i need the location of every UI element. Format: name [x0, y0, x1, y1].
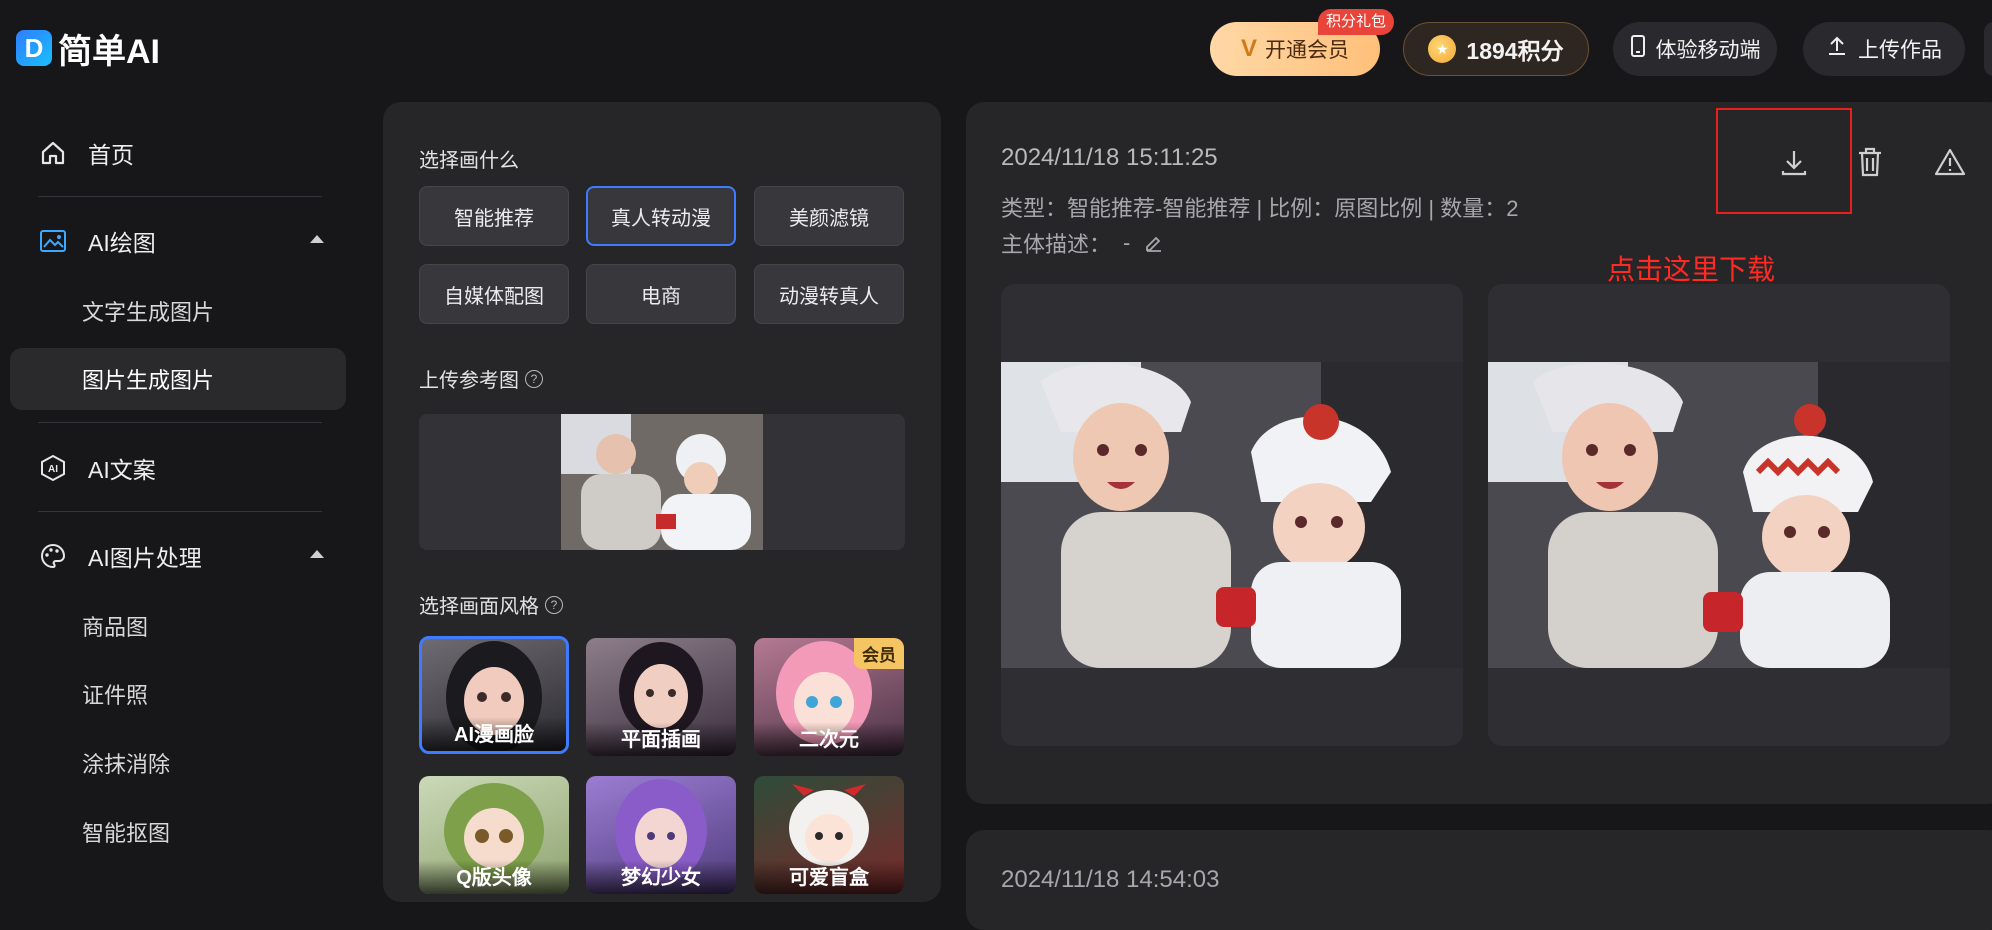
upload-title-text: 上传参考图 — [419, 370, 519, 392]
section-title-upload: 上传参考图 ? — [419, 364, 543, 393]
result-image-card-2[interactable] — [1488, 284, 1950, 746]
result-timestamp: 2024/11/18 15:11:25 — [1001, 144, 1218, 171]
style-label: 可爱盲盒 — [754, 860, 904, 894]
sidebar-label-ai-draw: AI绘图 — [88, 230, 156, 256]
chip-anime-to-real[interactable]: 动漫转真人 — [754, 264, 904, 324]
chip-ecommerce[interactable]: 电商 — [586, 264, 736, 324]
sidebar-label-ai-image: AI图片处理 — [88, 545, 202, 571]
top-bar: D 简单AI V 开通会员 积分礼包 ★ 1894积分 体验移动端 上传作品 — [0, 0, 1992, 92]
style-label: Q版头像 — [419, 860, 569, 894]
desc-value: - — [1123, 230, 1131, 255]
sidebar-sub-id-photo[interactable]: 证件照 — [10, 663, 346, 725]
section-title-style: 选择画面风格 ? — [419, 590, 563, 619]
result-image-card-1[interactable] — [1001, 284, 1463, 746]
points-label: 1894积分 — [1466, 38, 1564, 64]
edit-icon[interactable] — [1144, 233, 1164, 253]
chip-media-image[interactable]: 自媒体配图 — [419, 264, 569, 324]
image-icon — [38, 226, 68, 256]
style-label: 梦幻少女 — [586, 860, 736, 894]
sidebar-item-ai-image[interactable]: AI图片处理 — [10, 526, 346, 586]
download-annotation: 点击这里下载 — [1607, 254, 1776, 285]
mobile-button[interactable]: 体验移动端 — [1613, 22, 1777, 76]
next-result-timestamp: 2024/11/18 14:54:03 — [1001, 866, 1220, 893]
logo-text: 简单AI — [58, 32, 160, 71]
chip-smart-recommend[interactable]: 智能推荐 — [419, 186, 569, 246]
style-label: 平面插画 — [586, 722, 736, 756]
home-icon — [38, 138, 68, 168]
collapse-icon[interactable] — [310, 235, 324, 243]
sidebar-sub-cutout[interactable]: 智能抠图 — [10, 801, 346, 863]
style-card-q-avatar[interactable]: Q版头像 — [419, 776, 569, 894]
sidebar-divider — [38, 511, 322, 512]
reference-image — [561, 414, 763, 550]
result-image-1 — [1001, 362, 1463, 668]
help-icon[interactable]: ? — [545, 595, 563, 614]
reference-image-box[interactable] — [419, 414, 905, 550]
warning-icon[interactable] — [1930, 142, 1970, 182]
palette-icon — [38, 541, 68, 571]
sidebar-divider — [38, 196, 322, 197]
sidebar-item-ai-copy[interactable]: AI AI文案 — [10, 438, 346, 498]
vip-label: 开通会员 — [1265, 39, 1349, 62]
svg-text:AI: AI — [48, 464, 58, 475]
sidebar-label-home: 首页 — [88, 142, 134, 168]
result-meta: 类型：智能推荐-智能推荐 | 比例：原图比例 | 数量：2 — [1001, 196, 1519, 221]
sidebar-item-home[interactable]: 首页 — [10, 123, 346, 183]
style-card-anime[interactable]: 会员 二次元 — [754, 638, 904, 756]
vip-badge: 会员 — [854, 638, 904, 669]
points-button[interactable]: ★ 1894积分 — [1403, 22, 1589, 76]
phone-icon — [1630, 35, 1646, 63]
style-card-manga-face[interactable]: AI漫画脸 — [419, 636, 569, 754]
logo-mark: D — [16, 30, 52, 66]
sidebar-divider — [38, 422, 322, 423]
style-label: AI漫画脸 — [422, 717, 566, 751]
sidebar-item-ai-draw[interactable]: AI绘图 — [10, 211, 346, 271]
gift-tag: 积分礼包 — [1318, 9, 1395, 35]
settings-panel: 选择画什么 智能推荐 真人转动漫 美颜滤镜 自媒体配图 电商 动漫转真人 上传参… — [383, 102, 941, 902]
desc-label: 主体描述： — [1001, 232, 1112, 257]
style-card-flat-illustration[interactable]: 平面插画 — [586, 638, 736, 756]
sidebar-sub-image-to-image[interactable]: 图片生成图片 — [10, 348, 346, 410]
style-label: 二次元 — [754, 722, 904, 756]
vip-icon: V — [1240, 35, 1257, 62]
upload-work-button[interactable]: 上传作品 — [1803, 22, 1965, 76]
style-title-text: 选择画面风格 — [419, 596, 539, 618]
result-desc: 主体描述： - — [1001, 227, 1164, 259]
mobile-label: 体验移动端 — [1655, 39, 1761, 62]
sidebar-sub-text-to-image[interactable]: 文字生成图片 — [10, 280, 346, 342]
sidebar-sub-product[interactable]: 商品图 — [10, 595, 346, 657]
upload-icon — [1826, 35, 1848, 63]
logo[interactable]: D 简单AI — [16, 26, 160, 71]
chip-real-to-anime[interactable]: 真人转动漫 — [586, 186, 736, 246]
collapse-icon[interactable] — [310, 550, 324, 558]
help-icon[interactable]: ? — [525, 369, 543, 388]
section-title-choose: 选择画什么 — [419, 150, 519, 172]
ai-copy-icon: AI — [38, 453, 68, 483]
result-image-2 — [1488, 362, 1950, 668]
sidebar-sub-erase[interactable]: 涂抹消除 — [10, 732, 346, 794]
sidebar-label-ai-copy: AI文案 — [88, 457, 156, 483]
upload-label: 上传作品 — [1858, 39, 1942, 62]
edge-button[interactable] — [1984, 22, 1992, 76]
style-card-dream-girl[interactable]: 梦幻少女 — [586, 776, 736, 894]
coin-icon: ★ — [1428, 35, 1457, 63]
style-card-blind-box[interactable]: 可爱盲盒 — [754, 776, 904, 894]
chip-beauty-filter[interactable]: 美颜滤镜 — [754, 186, 904, 246]
trash-icon[interactable] — [1850, 142, 1890, 182]
download-highlight-box — [1716, 108, 1852, 214]
